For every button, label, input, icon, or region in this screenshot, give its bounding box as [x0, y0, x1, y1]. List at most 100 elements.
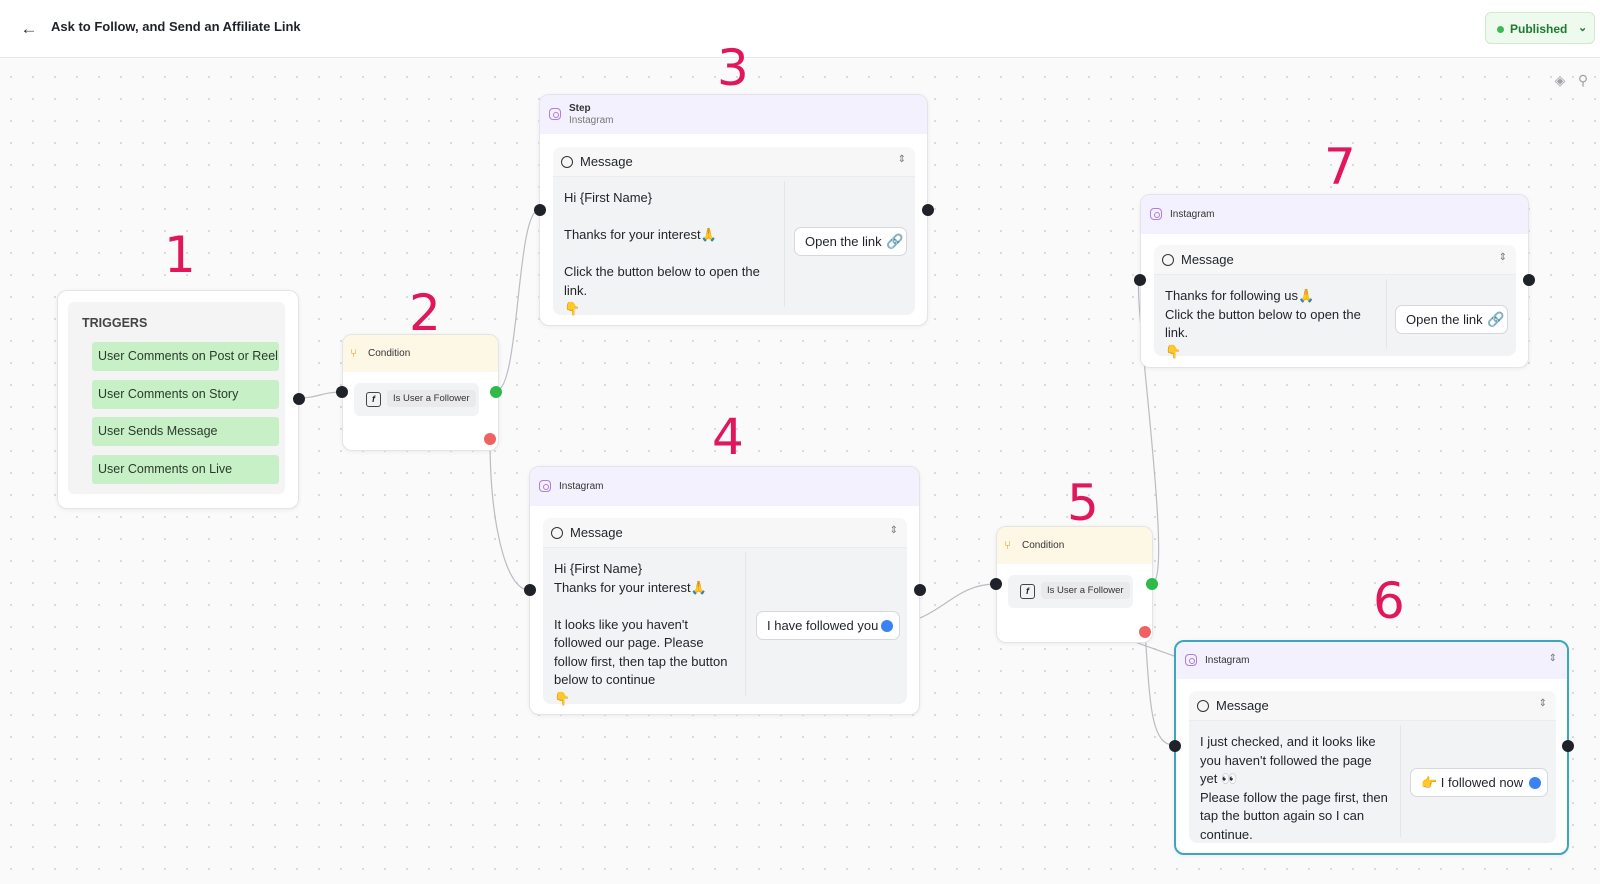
step-6-input-handle[interactable] — [1169, 740, 1181, 752]
function-icon: f — [366, 392, 381, 407]
message-type-selector[interactable]: Message ⇕ — [1154, 245, 1516, 275]
message-type-label: Message — [570, 525, 623, 540]
step-4-message-text[interactable]: Hi {First Name} Thanks for your interest… — [543, 552, 746, 706]
condition-title: Condition — [368, 348, 411, 359]
step-7-message-text[interactable]: Thanks for following us🙏 Click the butto… — [1154, 279, 1387, 359]
condition-rule-row[interactable]: f Is User a Follower — [354, 383, 479, 416]
trigger-item[interactable]: User Sends Message — [92, 417, 279, 446]
annotation-number-6: 6 — [1373, 572, 1405, 630]
condition-2-input-handle[interactable] — [336, 386, 348, 398]
condition-node-5[interactable]: ⑂ Condition f Is User a Follower — [996, 526, 1153, 643]
condition-5-true-handle[interactable] — [1146, 578, 1158, 590]
instagram-icon — [1150, 208, 1162, 220]
trigger-item[interactable]: User Comments on Story — [92, 380, 279, 409]
condition-5-false-handle[interactable] — [1139, 626, 1151, 638]
i-have-followed-button[interactable]: I have followed you — [756, 611, 900, 640]
sort-arrows-icon: ⇕ — [897, 154, 906, 165]
triggers-panel: TRIGGERS User Comments on Post or Reel U… — [68, 302, 285, 494]
message-type-label: Message — [1181, 252, 1234, 267]
button-label: I have followed you — [767, 618, 879, 633]
triggers-output-handle[interactable] — [293, 393, 305, 405]
step-4-title: Instagram — [559, 481, 604, 492]
annotation-number-7: 7 — [1324, 138, 1356, 196]
step-node-4[interactable]: Instagram Message ⇕ Hi {First Name} Than… — [529, 466, 920, 715]
condition-5-input-handle[interactable] — [990, 578, 1002, 590]
sort-arrows-icon: ⇕ — [1498, 252, 1507, 263]
function-icon: f — [1020, 584, 1035, 599]
chat-bubble-icon — [551, 527, 563, 539]
condition-icon: ⑂ — [350, 346, 358, 360]
status-label: Published — [1510, 22, 1568, 36]
step-3-output-handle[interactable] — [922, 204, 934, 216]
sort-arrows-icon[interactable]: ⇕ — [1549, 653, 1557, 664]
instagram-icon — [539, 480, 551, 492]
condition-rule-row[interactable]: f Is User a Follower — [1008, 575, 1133, 608]
step-node-6[interactable]: Instagram ⇕ Message ⇕ I just checked, an… — [1174, 640, 1569, 855]
step-7-title: Instagram — [1170, 209, 1215, 220]
message-type-label: Message — [1216, 698, 1269, 713]
i-followed-now-button[interactable]: 👉 I followed now — [1410, 768, 1548, 797]
triggers-title: TRIGGERS — [82, 316, 148, 330]
layers-icon[interactable]: ◈ — [1551, 72, 1569, 90]
wire-condition-step3 — [495, 209, 540, 392]
step-6-output-handle[interactable] — [1562, 740, 1574, 752]
wire-condition-step4 — [489, 438, 530, 591]
step-3-message-text[interactable]: Hi {First Name} Thanks for your interest… — [553, 181, 785, 316]
chat-bubble-icon — [561, 156, 573, 168]
annotation-number-2: 2 — [409, 284, 441, 342]
button-output-handle[interactable] — [881, 620, 893, 632]
message-type-selector[interactable]: Message ⇕ — [1189, 691, 1556, 721]
published-status-dropdown[interactable]: Published ⌄ — [1485, 12, 1595, 44]
step-node-7[interactable]: Instagram Message ⇕ Thanks for following… — [1140, 194, 1529, 368]
instagram-icon — [1185, 654, 1197, 666]
trigger-item[interactable]: User Comments on Post or Reel — [92, 342, 279, 371]
pin-icon[interactable]: ⚲ — [1574, 72, 1592, 90]
link-icon: 🔗 — [1487, 311, 1505, 327]
back-arrow-icon[interactable]: ← — [18, 18, 40, 40]
step-3-header: Step Instagram — [540, 95, 927, 134]
condition-title: Condition — [1022, 540, 1065, 551]
step-4-input-handle[interactable] — [524, 584, 536, 596]
step-3-input-handle[interactable] — [534, 204, 546, 216]
sort-arrows-icon: ⇕ — [889, 525, 898, 536]
step-4-message-box: Message ⇕ Hi {First Name} Thanks for you… — [543, 518, 907, 706]
step-4-output-handle[interactable] — [914, 584, 926, 596]
button-label: 👉 I followed now — [1421, 775, 1524, 790]
annotation-number-3: 3 — [717, 39, 749, 97]
open-link-button[interactable]: Open the link 🔗 — [794, 227, 907, 256]
step-6-title: Instagram — [1205, 655, 1250, 666]
chevron-down-icon: ⌄ — [1578, 22, 1588, 34]
instagram-icon — [549, 108, 561, 120]
triggers-node[interactable]: TRIGGERS User Comments on Post or Reel U… — [57, 290, 299, 509]
step-node-3[interactable]: Step Instagram Message ⇕ Hi {First Name}… — [539, 94, 928, 326]
message-type-label: Message — [580, 154, 633, 169]
condition-icon: ⑂ — [1004, 538, 1012, 552]
step-7-message-box: Message ⇕ Thanks for following us🙏 Click… — [1154, 245, 1516, 359]
message-type-selector[interactable]: Message ⇕ — [553, 147, 915, 177]
message-type-selector[interactable]: Message ⇕ — [543, 518, 907, 548]
trigger-item[interactable]: User Comments on Live — [92, 455, 279, 484]
button-output-handle[interactable] — [1529, 777, 1541, 789]
button-label: Open the link — [805, 234, 882, 249]
step-7-input-handle[interactable] — [1134, 274, 1146, 286]
chat-bubble-icon — [1162, 254, 1174, 266]
step-6-message-box: Message ⇕ I just checked, and it looks l… — [1189, 691, 1556, 843]
step-7-header: Instagram — [1141, 195, 1528, 234]
button-label: Open the link — [1406, 312, 1483, 327]
step-6-header: Instagram ⇕ — [1176, 642, 1567, 679]
sort-arrows-icon: ⇕ — [1538, 698, 1547, 709]
condition-2-false-handle[interactable] — [484, 433, 496, 445]
condition-rule-label: Is User a Follower — [1041, 582, 1130, 599]
step-4-header: Instagram — [530, 467, 919, 506]
status-dot-icon — [1497, 26, 1504, 33]
condition-2-true-handle[interactable] — [490, 386, 502, 398]
step-3-subtitle: Instagram — [569, 115, 614, 126]
chat-bubble-icon — [1197, 700, 1209, 712]
annotation-number-4: 4 — [712, 408, 744, 466]
page-title: Ask to Follow, and Send an Affiliate Lin… — [51, 19, 301, 34]
top-bar: ← Ask to Follow, and Send an Affiliate L… — [0, 0, 1600, 58]
condition-node-2[interactable]: ⑂ Condition f Is User a Follower — [342, 334, 499, 451]
step-6-message-text[interactable]: I just checked, and it looks like you ha… — [1189, 725, 1401, 842]
open-link-button[interactable]: Open the link 🔗 — [1395, 305, 1508, 334]
step-7-output-handle[interactable] — [1523, 274, 1535, 286]
